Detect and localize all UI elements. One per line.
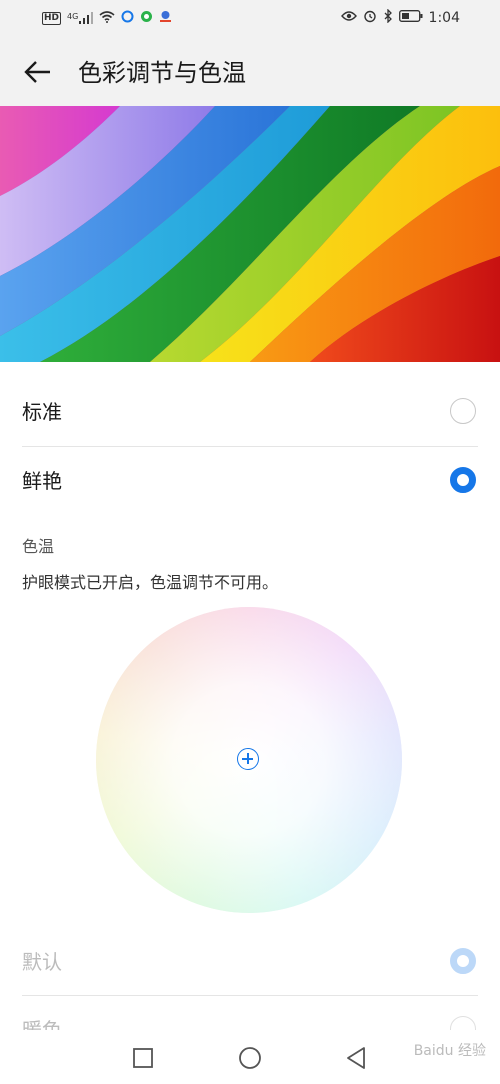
temperature-default-radio[interactable] — [450, 948, 476, 974]
temperature-default-row[interactable]: 默认 — [22, 928, 478, 996]
color-preview-image — [0, 106, 500, 362]
status-time: 1:04 — [428, 10, 460, 26]
recent-apps-icon[interactable] — [129, 1044, 157, 1072]
bluetooth-icon — [383, 8, 393, 27]
wheel-handle-icon[interactable] — [237, 748, 259, 770]
app-icon-2 — [140, 10, 153, 26]
temperature-warm-row[interactable]: 暖色 — [22, 996, 478, 1030]
color-mode-standard-row[interactable]: 标准 — [22, 378, 478, 446]
temperature-default-label: 默认 — [22, 950, 62, 974]
color-mode-vivid-radio[interactable] — [450, 467, 476, 493]
color-mode-vivid-label: 鲜艳 — [22, 469, 62, 493]
color-mode-standard-label: 标准 — [22, 400, 62, 424]
page-title: 色彩调节与色温 — [78, 59, 246, 87]
color-mode-vivid-row[interactable]: 鲜艳 — [22, 447, 478, 515]
back-arrow-icon[interactable] — [22, 56, 54, 88]
alarm-icon — [363, 9, 377, 27]
app-icon-1 — [121, 10, 134, 26]
status-right: 1:04 — [340, 8, 460, 27]
color-mode-standard-radio[interactable] — [450, 398, 476, 424]
back-nav-icon[interactable] — [342, 1044, 370, 1072]
eye-icon — [340, 10, 357, 26]
hd-icon: HD — [42, 11, 62, 25]
temperature-warm-label: 暖色 — [22, 1018, 62, 1030]
eye-comfort-note: 护眼模式已开启，色温调节不可用。 — [22, 573, 279, 592]
temperature-warm-radio[interactable] — [450, 1016, 476, 1030]
signal-4g-icon: 4G — [67, 12, 94, 24]
status-left: HD 4G — [42, 10, 172, 26]
wifi-icon — [99, 10, 115, 26]
network-type-label: 4G — [67, 12, 79, 21]
color-temperature-wheel[interactable] — [96, 607, 402, 913]
home-icon[interactable] — [236, 1044, 264, 1072]
battery-icon — [398, 10, 423, 26]
app-icon-3 — [159, 10, 172, 26]
watermark: Baidu 经验 — [413, 1043, 486, 1059]
status-bar: HD 4G 1:04 — [0, 0, 500, 38]
temperature-section-title: 色温 — [22, 537, 55, 556]
app-bar: 色彩调节与色温 — [0, 38, 500, 106]
